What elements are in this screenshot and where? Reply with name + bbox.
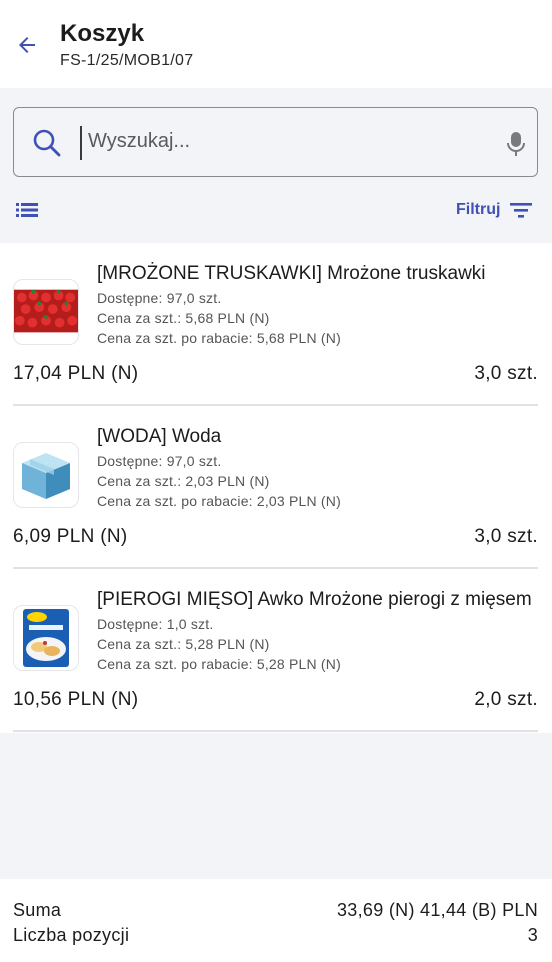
back-button[interactable] — [8, 26, 46, 64]
item-unit-price: Cena za szt.: 2,03 PLN (N) — [97, 473, 270, 489]
sum-label: Suma — [13, 900, 62, 920]
microphone-icon[interactable] — [504, 130, 528, 158]
sum-value: 33,69 (N) 41,44 (B) PLN — [337, 900, 538, 920]
item-quantity: 3,0 szt. — [474, 526, 538, 547]
filter-icon — [510, 203, 533, 218]
item-discount-price: Cena za szt. po rabacie: 5,28 PLN (N) — [97, 656, 341, 672]
strawberries-image — [13, 279, 79, 345]
item-available: Dostępne: 97,0 szt. — [97, 290, 222, 306]
item-unit-price: Cena za szt.: 5,68 PLN (N) — [97, 310, 270, 326]
pierogi-package-image — [13, 605, 79, 671]
cart-item[interactable]: [WODA] Woda Dostępne: 97,0 szt. Cena za … — [0, 406, 552, 569]
item-divider — [13, 730, 538, 732]
item-discount-price: Cena za szt. po rabacie: 5,68 PLN (N) — [97, 330, 341, 346]
item-total: 6,09 PLN (N) — [13, 526, 128, 547]
cart-summary: Suma 33,69 (N) 41,44 (B) PLN Liczba pozy… — [0, 879, 552, 962]
document-number: FS-1/25/MOB1/07 — [60, 52, 194, 69]
filter-button[interactable]: Filtruj — [456, 196, 534, 224]
box-icon — [13, 442, 79, 508]
cart-item[interactable]: [PIEROGI MIĘSO] Awko Mrożone pierogi z m… — [0, 569, 552, 732]
item-count-value: 3 — [527, 925, 538, 945]
item-available: Dostępne: 97,0 szt. — [97, 453, 222, 469]
item-unit-price: Cena za szt.: 5,28 PLN (N) — [97, 636, 270, 652]
list-view-icon[interactable] — [14, 198, 40, 222]
item-total: 10,56 PLN (N) — [13, 689, 139, 710]
app-header: Koszyk FS-1/25/MOB1/07 — [0, 0, 552, 88]
search-icon — [33, 129, 61, 157]
item-name: [MROŻONE TRUSKAWKI] Mrożone truskawki — [97, 263, 486, 284]
search-input[interactable]: Wyszukaj... — [13, 107, 538, 177]
item-name: [PIEROGI MIĘSO] Awko Mrożone pierogi z m… — [97, 589, 532, 610]
arrow-back-icon — [19, 37, 35, 53]
filter-label: Filtruj — [456, 201, 501, 218]
item-total: 17,04 PLN (N) — [13, 363, 139, 384]
item-quantity: 2,0 szt. — [474, 689, 538, 710]
search-placeholder: Wyszukaj... — [88, 130, 191, 152]
item-name: [WODA] Woda — [97, 426, 222, 447]
item-available: Dostępne: 1,0 szt. — [97, 616, 214, 632]
page-title: Koszyk — [60, 20, 145, 47]
item-count-label: Liczba pozycji — [13, 925, 130, 945]
search-divider — [80, 126, 82, 160]
cart-item[interactable]: [MROŻONE TRUSKAWKI] Mrożone truskawki Do… — [0, 243, 552, 406]
item-discount-price: Cena za szt. po rabacie: 2,03 PLN (N) — [97, 493, 341, 509]
item-quantity: 3,0 szt. — [474, 363, 538, 384]
cart-list: [MROŻONE TRUSKAWKI] Mrożone truskawki Do… — [0, 243, 552, 733]
